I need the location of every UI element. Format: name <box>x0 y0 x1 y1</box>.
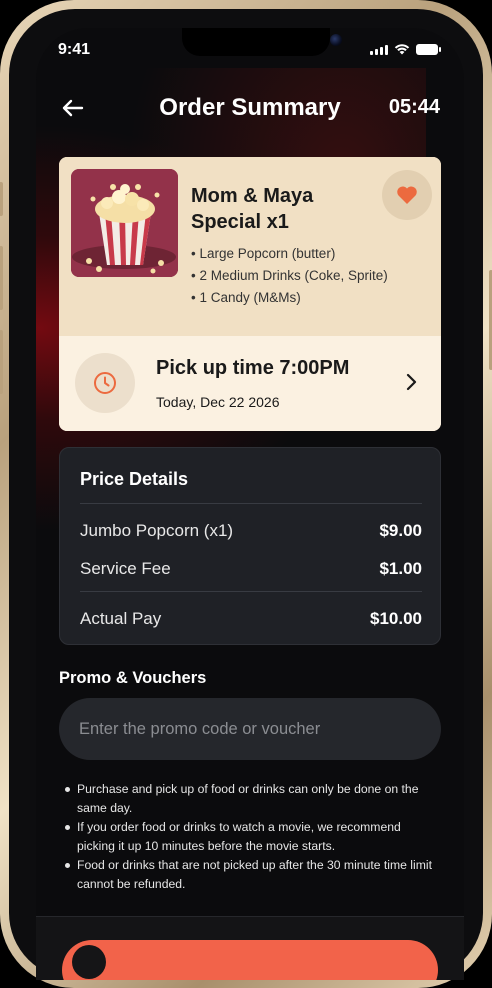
price-details-title: Price Details <box>80 469 189 489</box>
pickup-time-row[interactable]: Pick up time 7:00PM Today, Dec 22 2026 <box>59 336 441 431</box>
notch <box>182 28 342 56</box>
clock-icon <box>94 372 116 394</box>
price-row-amount: $9.00 <box>379 521 422 540</box>
countdown-timer: 05:44 <box>388 96 440 118</box>
volume-down-button <box>0 330 3 394</box>
price-row: Jumbo Popcorn (x1) $9.00 <box>80 521 422 541</box>
status-time: 9:41 <box>58 41 91 58</box>
pay-button[interactable] <box>62 940 438 980</box>
note-item: Food or drinks that are not picked up af… <box>63 856 433 894</box>
mute-switch <box>0 182 3 216</box>
popcorn-image <box>71 169 178 277</box>
status-icons <box>370 43 441 55</box>
price-row-label: Service Fee <box>80 559 171 578</box>
combo-item: 2 Medium Drinks (Coke, Sprite) <box>191 265 387 287</box>
combo-section: Mom & Maya Special x1 Large Popcorn (but… <box>59 157 441 336</box>
total-row: Actual Pay $10.00 <box>80 609 422 629</box>
combo-items-list: Large Popcorn (butter) 2 Medium Drinks (… <box>191 243 388 309</box>
divider <box>80 591 422 592</box>
total-amount: $10.00 <box>370 609 422 628</box>
divider <box>80 503 422 504</box>
wifi-icon <box>394 44 410 55</box>
promo-label: Promo & Vouchers <box>59 669 207 687</box>
cellular-signal-icon <box>370 44 388 55</box>
camera-icon <box>330 34 342 46</box>
popcorn-bucket-illustration <box>71 169 178 277</box>
price-details-card: Price Details Jumbo Popcorn (x1) $9.00 S… <box>59 447 441 645</box>
pickup-date: Today, Dec 22 2026 <box>156 394 280 410</box>
favorite-button[interactable] <box>382 170 432 220</box>
combo-item: Large Popcorn (butter) <box>191 243 388 265</box>
app-screen: 9:41 Order Summary 05:44 Mom & Maya Spec… <box>36 28 464 980</box>
combo-item: 1 Candy (M&Ms) <box>191 287 388 309</box>
heart-icon <box>397 186 417 204</box>
note-item: If you order food or drinks to watch a m… <box>63 818 433 856</box>
volume-up-button <box>0 246 3 310</box>
price-row-amount: $1.00 <box>379 559 422 578</box>
pay-slider-knob[interactable] <box>72 945 106 979</box>
combo-title: Mom & Maya Special x1 <box>191 185 314 233</box>
price-row: Service Fee $1.00 <box>80 559 422 579</box>
chevron-right-icon <box>406 373 417 391</box>
total-label: Actual Pay <box>80 609 162 628</box>
battery-icon <box>416 43 441 55</box>
notes-list: Purchase and pick up of food or drinks c… <box>63 780 433 894</box>
price-row-label: Jumbo Popcorn (x1) <box>80 521 234 540</box>
promo-code-input[interactable] <box>59 698 441 760</box>
order-card: Mom & Maya Special x1 Large Popcorn (but… <box>59 157 441 431</box>
note-item: Purchase and pick up of food or drinks c… <box>63 780 433 818</box>
pickup-time-title: Pick up time 7:00PM <box>156 357 350 379</box>
clock-badge <box>75 353 135 413</box>
